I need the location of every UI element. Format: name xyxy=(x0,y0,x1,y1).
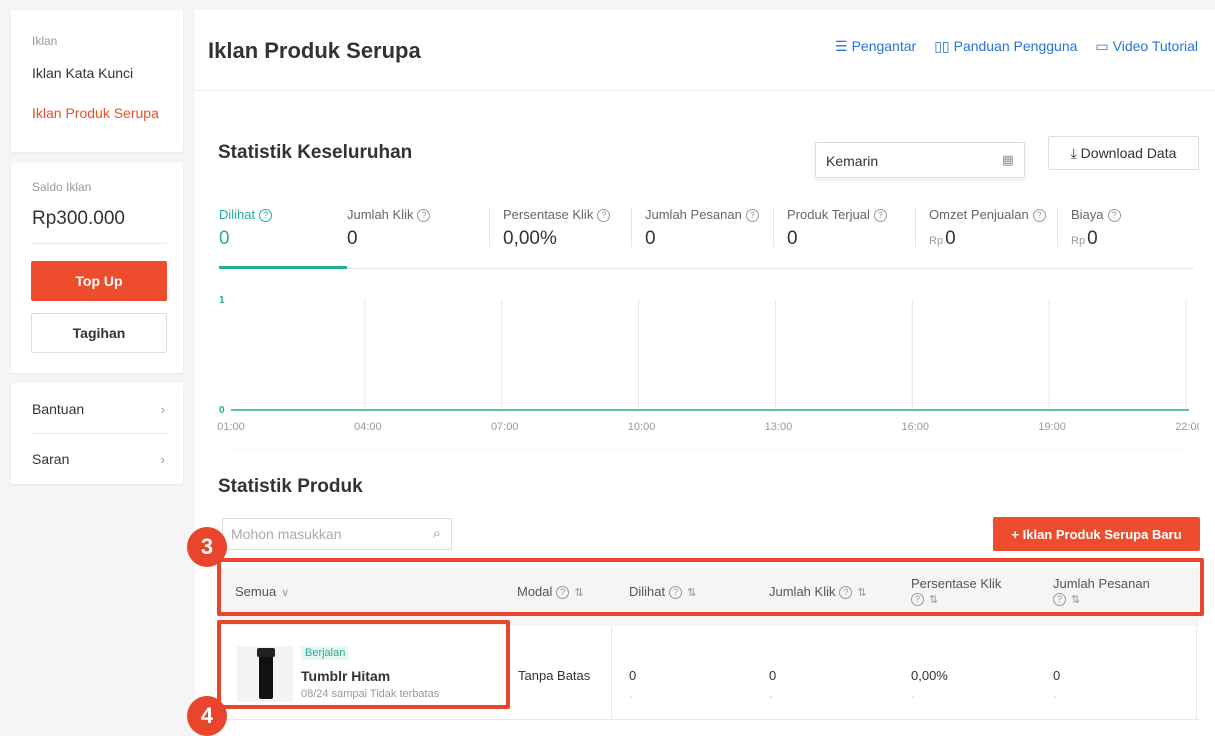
date-picker[interactable]: Kemarin ▦ xyxy=(815,142,1025,178)
cell-persentase-klik: 0,00% xyxy=(911,668,948,683)
help-icon: ? xyxy=(417,209,431,222)
search-icon[interactable]: ⌕ xyxy=(433,525,441,542)
sidebar-item-saran[interactable]: Saran › xyxy=(32,451,165,471)
chart-x-tick-label: 19:00 xyxy=(1038,421,1066,433)
ads-menu-card: Iklan Iklan Kata Kunci Iklan Produk Seru… xyxy=(11,10,183,152)
saldo-label: Saldo Iklan xyxy=(32,180,92,194)
cell-persentase-delta: - xyxy=(911,691,915,703)
download-data-button[interactable]: ⤓ Download Data xyxy=(1048,136,1199,170)
chevron-right-icon: › xyxy=(160,402,165,417)
saldo-card: Saldo Iklan Rp300.000 Top Up Tagihan xyxy=(11,163,183,373)
book-icon: ▯▯ xyxy=(934,38,950,54)
download-icon: ⤓ xyxy=(1070,144,1081,161)
new-ad-button[interactable]: + Iklan Produk Serupa Baru xyxy=(993,517,1200,551)
link-video-tutorial[interactable]: ▭ Video Tutorial xyxy=(1095,38,1198,55)
ads-section-label: Iklan xyxy=(32,34,58,48)
metric-jumlah-klik[interactable]: Jumlah Klik? 0 xyxy=(347,207,431,250)
cell-jumlah-pesanan: 0 xyxy=(1053,668,1061,683)
help-links: ☰ Pengantar ▯▯ Panduan Pengguna ▭ Video Tut… xyxy=(835,38,1198,55)
chevron-right-icon: › xyxy=(160,452,165,467)
bantuan-label: Bantuan xyxy=(32,401,85,417)
help-icon: ? xyxy=(259,209,273,222)
help-icon: ? xyxy=(597,209,611,222)
chart-x-tick-label: 01:00 xyxy=(217,421,245,433)
chart-x-tick-label: 16:00 xyxy=(902,421,930,433)
divider xyxy=(1196,626,1197,720)
cell-pesanan-delta: - xyxy=(1053,691,1057,703)
overall-stats-title: Statistik Keseluruhan xyxy=(218,142,413,163)
link-pengantar[interactable]: ☰ Pengantar xyxy=(835,38,916,55)
divider xyxy=(489,207,490,247)
date-value: Kemarin xyxy=(826,153,879,169)
sidebar-item-iklan-produk-serupa[interactable]: Iklan Produk Serupa xyxy=(32,105,159,121)
chart-x-tick-label: 22:00 xyxy=(1175,421,1199,433)
product-stats-title: Statistik Produk xyxy=(218,476,363,497)
metric-dilihat[interactable]: Dilihat? 0 xyxy=(219,207,273,250)
cell-dilihat: 0 xyxy=(629,668,637,683)
metric-tab-line xyxy=(219,268,1194,269)
metric-produk-terjual[interactable]: Produk Terjual? 0 xyxy=(787,207,887,250)
tagihan-button[interactable]: Tagihan xyxy=(31,313,167,353)
annotation-number-4: 4 xyxy=(187,696,227,736)
divider xyxy=(773,207,774,247)
cell-jumlah-klik: 0 xyxy=(769,668,777,683)
help-icon: ? xyxy=(1107,209,1121,222)
video-icon: ▭ xyxy=(1095,38,1109,54)
chart-x-tick-label: 04:00 xyxy=(354,421,382,433)
metric-biaya[interactable]: Biaya? Rp 0 xyxy=(1071,207,1121,250)
help-icon: ? xyxy=(745,209,759,222)
cell-klik-delta: - xyxy=(769,691,773,703)
page-title: Iklan Produk Serupa xyxy=(208,38,421,63)
divider xyxy=(611,626,612,720)
divider xyxy=(32,243,167,244)
overall-line-chart: 1 0 01:00 04:00 07:00 10:00 13:00 16:00 19:00 22:… xyxy=(217,295,1199,450)
calendar-icon: ▦ xyxy=(1001,152,1014,167)
metric-jumlah-pesanan[interactable]: Jumlah Pesanan? 0 xyxy=(645,207,759,250)
metric-tab-indicator xyxy=(219,266,347,269)
list-icon: ☰ xyxy=(835,38,848,54)
annotation-box-4 xyxy=(217,620,510,709)
chart-x-tick-label: 07:00 xyxy=(491,421,519,433)
cell-dilihat-delta: - xyxy=(629,691,633,703)
chart-y-tick-label: 0 xyxy=(219,405,225,416)
chart-x-tick-label: 10:00 xyxy=(628,421,656,433)
metric-persentase-klik[interactable]: Persentase Klik? 0,00% xyxy=(503,207,611,250)
link-panduan-pengguna[interactable]: ▯▯ Panduan Pengguna xyxy=(934,38,1077,55)
chart-x-tick-label: 13:00 xyxy=(765,421,793,433)
divider xyxy=(32,433,167,434)
divider xyxy=(631,207,632,247)
help-icon: ? xyxy=(1032,209,1046,222)
help-icon: ? xyxy=(873,209,887,222)
divider xyxy=(915,207,916,247)
sidebar-item-bantuan[interactable]: Bantuan › xyxy=(32,401,165,421)
top-up-button[interactable]: Top Up xyxy=(31,261,167,301)
header-divider xyxy=(195,90,1215,91)
annotation-number-3: 3 xyxy=(187,527,227,567)
chart-y-tick-label: 1 xyxy=(219,295,225,306)
saldo-amount: Rp300.000 xyxy=(32,208,125,229)
cell-modal: Tanpa Batas xyxy=(518,668,591,683)
metric-omzet-penjualan[interactable]: Omzet Penjualan? Rp 0 xyxy=(929,207,1046,250)
help-card: Bantuan › Saran › xyxy=(11,383,183,484)
divider xyxy=(1057,207,1058,247)
product-search: ⌕ xyxy=(222,518,452,550)
annotation-box-3 xyxy=(217,558,1204,616)
search-input[interactable] xyxy=(223,519,413,549)
saran-label: Saran xyxy=(32,451,70,467)
sidebar-item-iklan-kata-kunci[interactable]: Iklan Kata Kunci xyxy=(32,65,133,81)
